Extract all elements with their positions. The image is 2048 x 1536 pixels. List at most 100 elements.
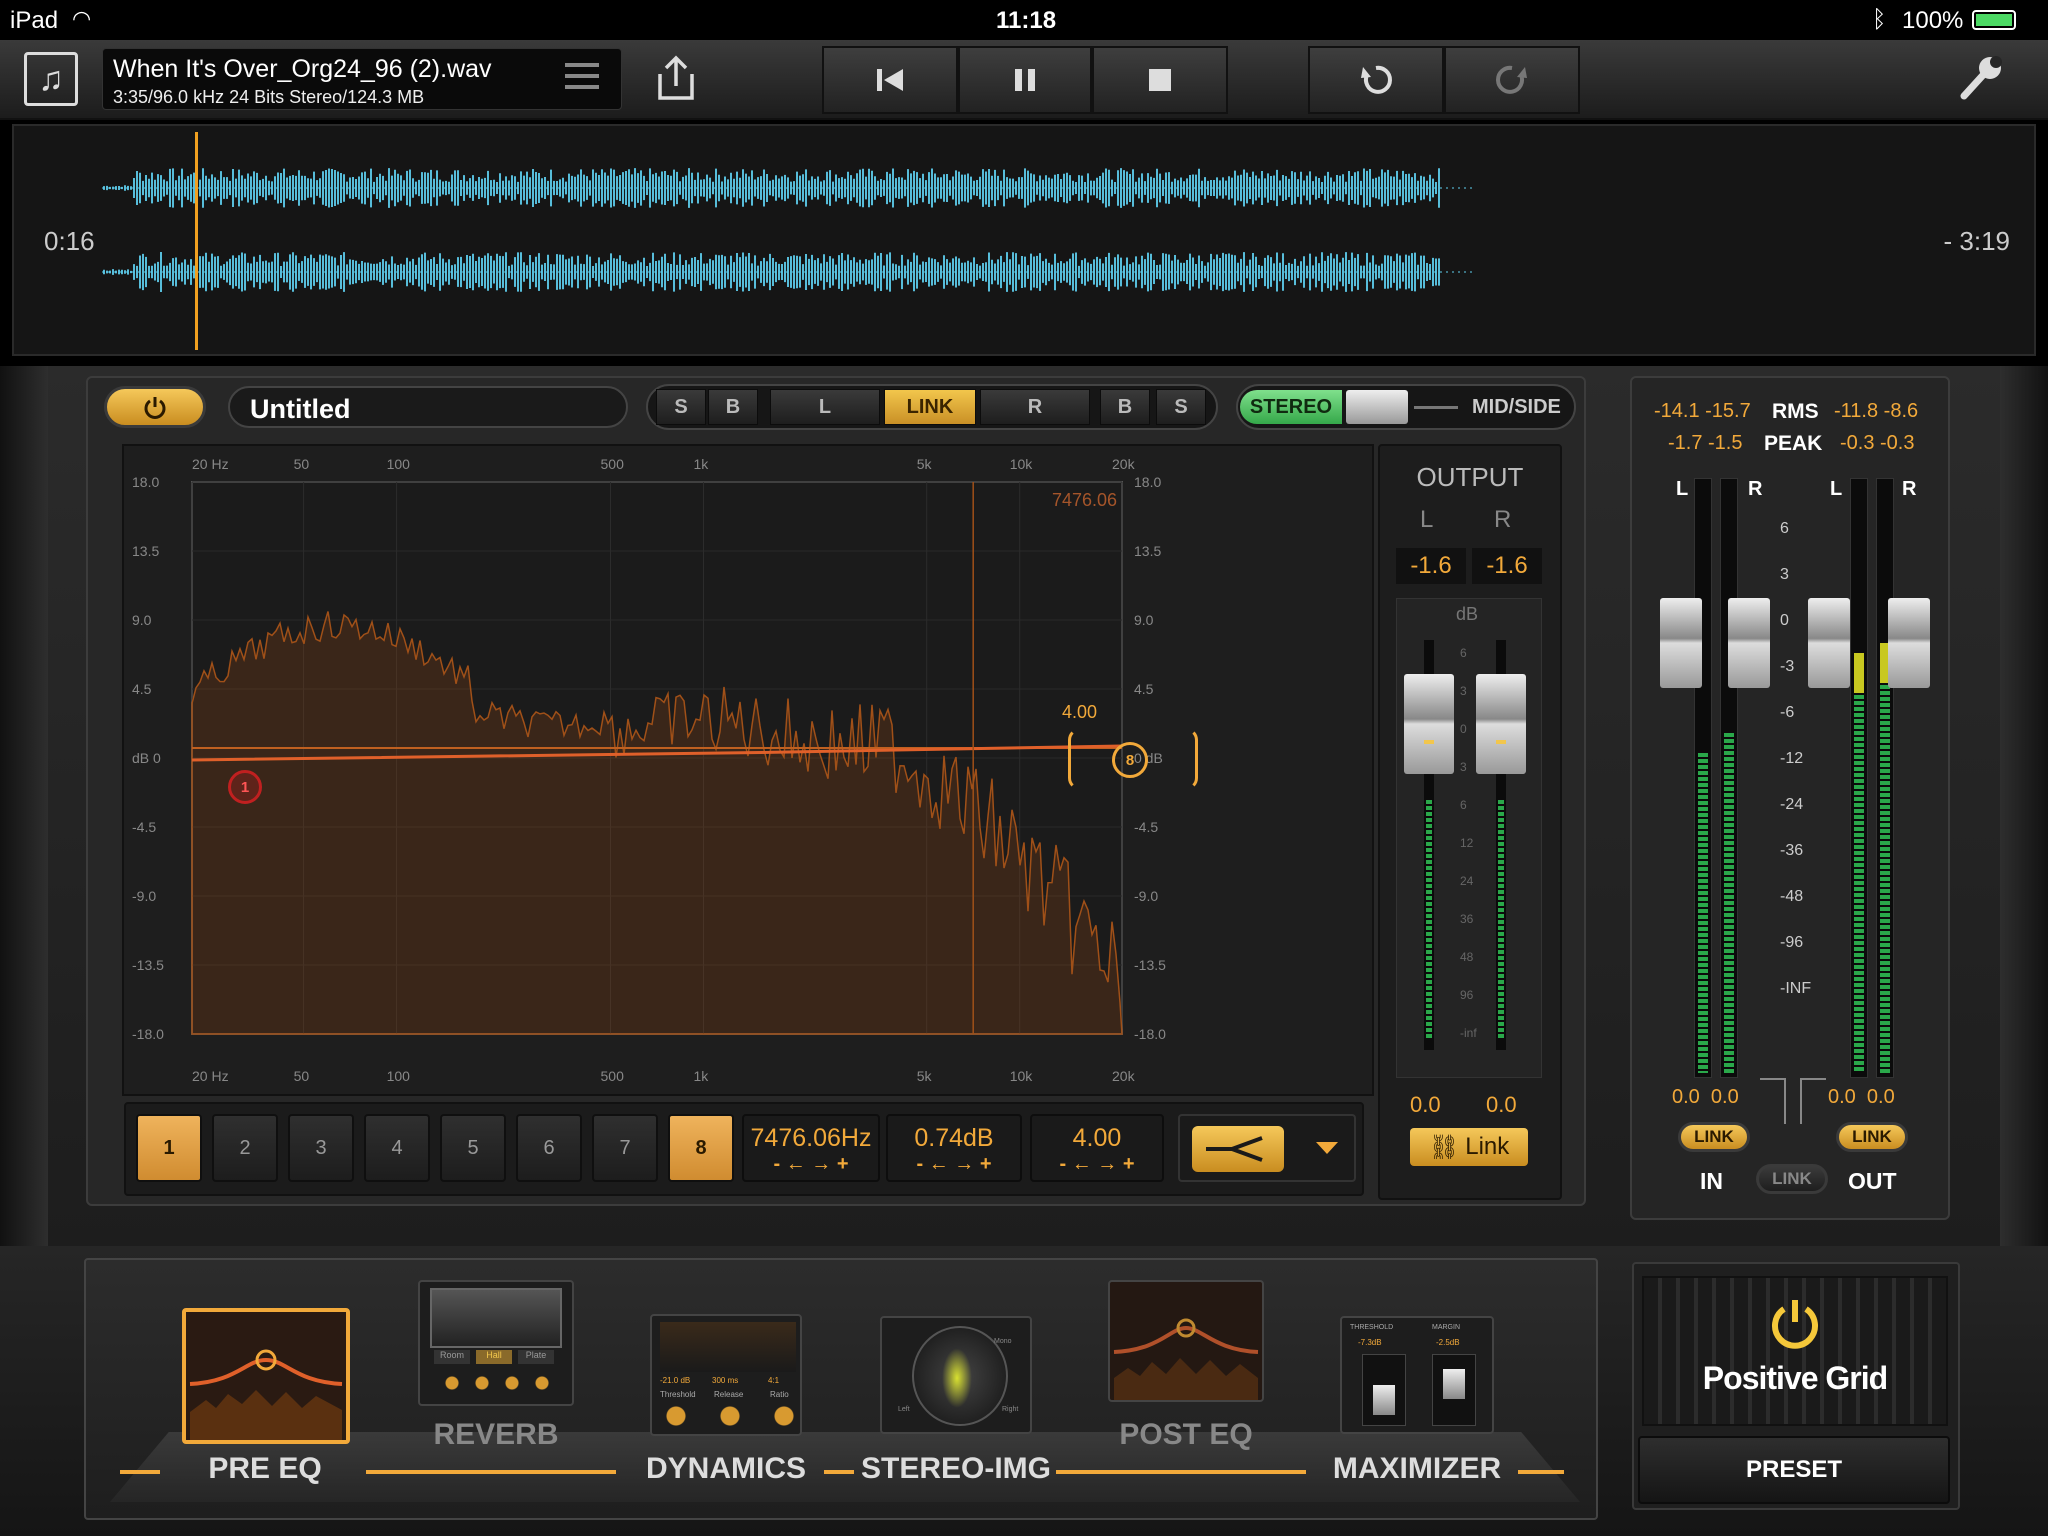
left-rail — [0, 366, 48, 1246]
undo-button[interactable] — [1308, 46, 1444, 114]
reverb-tab-room: Room — [434, 1350, 470, 1364]
frequency-stepper[interactable]: 7476.06Hz - ← → + — [742, 1114, 880, 1182]
in-meter-r — [1720, 478, 1738, 1078]
file-info-box[interactable]: When It's Over_Org24_96 (2).wav 3:35/96.… — [102, 48, 622, 110]
post-eq-module[interactable] — [1108, 1280, 1264, 1402]
channel-left[interactable]: L — [770, 389, 880, 425]
out-fader-l[interactable] — [1808, 598, 1850, 688]
reverb-module[interactable]: Room Hall Plate — [418, 1280, 574, 1406]
stereo-mono-label: Mono — [994, 1338, 1012, 1345]
module-label-post-eq[interactable]: POST EQ — [1106, 1418, 1266, 1452]
redo-button[interactable] — [1444, 46, 1580, 114]
freq-bot-tick-2: 100 — [386, 1068, 410, 1084]
arrow-1 — [366, 1470, 616, 1474]
output-fader-l[interactable] — [1404, 674, 1454, 774]
menu-icon[interactable] — [565, 63, 599, 89]
playhead[interactable] — [195, 132, 199, 350]
out-label: OUT — [1848, 1168, 1897, 1194]
in-label: IN — [1700, 1168, 1723, 1194]
dynamics-module[interactable]: -21.0 dB 300 ms 4:1 Threshold Release Ra… — [650, 1314, 802, 1436]
share-icon[interactable] — [652, 52, 700, 104]
module-label-stereo-img[interactable]: STEREO-IMG — [856, 1452, 1056, 1486]
skip-back-icon — [877, 69, 903, 91]
out-scale-tick-1: 3 — [1460, 684, 1467, 698]
in-out-link-button[interactable]: LINK — [1756, 1164, 1828, 1194]
dynamics-threshold-label: Threshold — [660, 1390, 696, 1399]
band-5-button[interactable]: 5 — [440, 1114, 506, 1182]
eq-node-8[interactable]: 8 — [1112, 742, 1148, 778]
right-rail — [2000, 366, 2048, 1246]
stereo-label[interactable]: STEREO — [1240, 390, 1342, 424]
out-fader-r[interactable] — [1888, 598, 1930, 688]
band-6-button[interactable]: 6 — [516, 1114, 582, 1182]
in-r-label: R — [1748, 478, 1763, 500]
channel-bypass-left[interactable]: B — [708, 389, 758, 425]
arrow-in — [120, 1470, 160, 1474]
band-3-button[interactable]: 3 — [288, 1114, 354, 1182]
out-scale-tick-4: 6 — [1460, 798, 1467, 812]
channel-link[interactable]: LINK — [884, 389, 976, 425]
midside-label[interactable]: MID/SIDE — [1472, 396, 1561, 419]
gain-stepper[interactable]: 0.74dB - ← → + — [886, 1114, 1022, 1182]
output-title: OUTPUT — [1416, 462, 1524, 492]
toggle-thumb[interactable] — [1346, 390, 1408, 424]
q-stepper-arrows[interactable]: - ← → + — [1032, 1153, 1162, 1176]
channel-bypass-right[interactable]: B — [1100, 389, 1150, 425]
out-link-button[interactable]: LINK — [1836, 1122, 1908, 1152]
eq-power-button[interactable] — [104, 386, 206, 428]
band-1-button[interactable]: 1 — [136, 1114, 202, 1182]
global-power-icon[interactable] — [1768, 1296, 1822, 1350]
pause-button[interactable] — [958, 46, 1092, 114]
output-r-label: R — [1494, 506, 1512, 533]
db-left-tick-6: -9.0 — [132, 888, 157, 904]
band-8-button[interactable]: 8 — [668, 1114, 734, 1182]
maximizer-module[interactable]: THRESHOLD MARGIN -7.3dB -2.5dB — [1340, 1316, 1494, 1434]
filter-shape-icon[interactable] — [1192, 1126, 1284, 1172]
power-icon — [144, 397, 166, 419]
channel-right[interactable]: R — [980, 389, 1090, 425]
band-4-button[interactable]: 4 — [364, 1114, 430, 1182]
wifi-icon: ◠ — [72, 6, 92, 31]
gain-stepper-arrows[interactable]: - ← → + — [888, 1153, 1020, 1176]
waveform-channel-2 — [103, 252, 1440, 292]
in-fader-l[interactable] — [1660, 598, 1702, 688]
preset-name[interactable]: Untitled — [228, 386, 628, 428]
band-7-button[interactable]: 7 — [592, 1114, 658, 1182]
output-fader-r[interactable] — [1476, 674, 1526, 774]
db-left-tick-3: 4.5 — [132, 681, 152, 697]
out-scale-tick-7: 36 — [1460, 912, 1474, 926]
band-2-button[interactable]: 2 — [212, 1114, 278, 1182]
module-label-reverb[interactable]: REVERB — [416, 1418, 576, 1452]
in-fader-r[interactable] — [1728, 598, 1770, 688]
meter-scale-tick-4: -6 — [1780, 704, 1795, 721]
rewind-button[interactable] — [822, 46, 958, 114]
channel-solo-left[interactable]: S — [656, 389, 706, 425]
output-link-button[interactable]: ⛓ Link — [1410, 1128, 1528, 1166]
stereo-img-module[interactable]: Mono Left Right — [880, 1316, 1032, 1434]
brand-grille[interactable]: Positive Grid — [1642, 1276, 1948, 1426]
toggle-track — [1414, 406, 1458, 409]
reverb-room-image — [430, 1288, 562, 1348]
module-label-pre-eq[interactable]: PRE EQ — [190, 1452, 340, 1486]
music-library-icon[interactable]: ♫ — [24, 52, 78, 106]
frequency-stepper-arrows[interactable]: - ← → + — [744, 1153, 878, 1176]
channel-solo-right[interactable]: S — [1156, 389, 1206, 425]
settings-wrench-icon[interactable] — [1958, 52, 2006, 102]
filter-type-selector[interactable] — [1178, 1114, 1356, 1182]
module-label-maximizer[interactable]: MAXIMIZER — [1322, 1452, 1512, 1486]
db-left-tick-1: 13.5 — [132, 543, 160, 559]
in-link-button[interactable]: LINK — [1678, 1122, 1750, 1152]
pre-eq-module[interactable] — [182, 1308, 350, 1444]
undo-icon — [1361, 65, 1392, 94]
stop-button[interactable] — [1092, 46, 1228, 114]
chevron-down-icon[interactable] — [1316, 1142, 1338, 1154]
waveform-overview[interactable]: 0:16 - 3:19 — [12, 124, 2036, 356]
freq-bot-tick-5: 5k — [916, 1068, 932, 1084]
preset-button[interactable]: PRESET — [1638, 1436, 1950, 1504]
eq-node-1[interactable]: 1 — [228, 770, 262, 804]
status-bar: iPad ◠ 11:18 ᛒ 100% — [0, 0, 2048, 40]
out-scale-tick-10: -inf — [1460, 1026, 1477, 1040]
out-scale-tick-0: 6 — [1460, 646, 1467, 660]
q-stepper[interactable]: 4.00 - ← → + — [1030, 1114, 1164, 1182]
module-label-dynamics[interactable]: DYNAMICS — [640, 1452, 812, 1486]
